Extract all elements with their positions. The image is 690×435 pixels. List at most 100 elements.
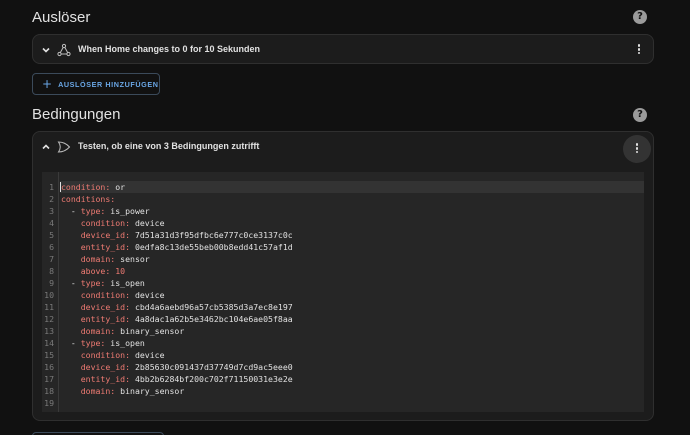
yaml-value: device [130, 218, 165, 228]
condition-menu-icon [635, 142, 639, 155]
code-text: condition: device [61, 349, 165, 361]
line-number: 14 [44, 338, 54, 348]
yaml-value: is_open [105, 338, 145, 348]
code-line[interactable]: 11 device_id: cbd4a6aebd96a57cb5385d3a7e… [42, 301, 642, 313]
code-text: - type: is_open [61, 278, 145, 288]
code-text: entity_id: 4a8dac1a62b5e3462bc104e6ae05f… [61, 313, 293, 325]
code-text: domain: sensor [61, 253, 150, 265]
chevron-up-icon[interactable] [41, 142, 51, 152]
line-number: 9 [49, 278, 54, 288]
code-text: - type: is_power [61, 206, 150, 216]
code-text: device_id: 7d51a31d3f95dfbc6e777c0ce3137… [61, 229, 293, 241]
yaml-value: sensor [115, 254, 150, 264]
yaml-key: device_id: [80, 302, 131, 312]
yaml-key: conditions: [61, 194, 116, 204]
code-line[interactable]: 4 condition: device [42, 217, 642, 229]
line-number: 2 [49, 194, 54, 204]
code-line[interactable]: 3 - type: is_power [42, 205, 642, 217]
line-number: 11 [44, 302, 54, 312]
line-number: 16 [44, 362, 54, 372]
condition-menu-button[interactable] [623, 135, 651, 163]
line-number: 4 [49, 218, 54, 228]
line-number: 15 [44, 350, 54, 360]
code-line[interactable]: 5 device_id: 7d51a31d3f95dfbc6e777c0ce31… [42, 229, 642, 241]
line-number: 1 [49, 182, 54, 192]
line-number: 7 [49, 254, 54, 264]
plus-icon: + [42, 77, 53, 91]
yaml-key: type: [80, 338, 106, 348]
code-text: entity_id: 0edfa8c13de55beb00b8edd41c57a… [61, 241, 293, 253]
line-number: 6 [49, 242, 54, 252]
yaml-editor[interactable]: 1 condition: or 2 conditions: 3 - type: is_p… [42, 172, 644, 412]
code-line[interactable]: 10 condition: device [42, 289, 642, 301]
triggers-help-icon[interactable]: ? [633, 10, 647, 24]
conditions-section-title: Bedingungen [32, 106, 121, 123]
yaml-value: 4bb2b6284bf200c702f71150031e3e2e [130, 374, 293, 384]
line-number: 18 [44, 386, 54, 396]
code-text: condition: or [61, 181, 125, 193]
line-number: 17 [44, 374, 54, 384]
yaml-key: type: [80, 206, 106, 216]
yaml-key: condition: [61, 182, 111, 192]
line-number: 13 [44, 326, 54, 336]
code-line[interactable]: 7 domain: sensor [42, 253, 642, 265]
yaml-value: binary_sensor [115, 386, 185, 396]
yaml-value: device [130, 350, 165, 360]
trigger-menu-icon[interactable] [637, 43, 641, 56]
or-gate-icon [57, 141, 71, 153]
add-trigger-button[interactable]: + AUSLÖSER HINZUFÜGEN [32, 73, 160, 95]
code-line[interactable]: 17 entity_id: 4bb2b6284bf200c702f7115003… [42, 373, 642, 385]
trigger-card[interactable]: When Home changes to 0 for 10 Sekunden [32, 34, 654, 64]
yaml-value: is_power [105, 206, 150, 216]
yaml-value: 4a8dac1a62b5e3462bc104e6ae05f8aa [130, 314, 293, 324]
chevron-down-icon[interactable] [41, 45, 51, 55]
text-cursor [60, 182, 61, 192]
yaml-key: domain: [80, 326, 116, 336]
yaml-key: device_id: [80, 362, 131, 372]
yaml-key: domain: [80, 386, 116, 396]
code-line[interactable]: 2 conditions: [42, 193, 642, 205]
yaml-key: entity_id: [80, 242, 131, 252]
code-text: conditions: [61, 193, 115, 205]
yaml-key: domain: [80, 254, 116, 264]
code-text: condition: device [61, 289, 165, 301]
yaml-value: or [110, 182, 126, 192]
yaml-key: entity_id: [80, 374, 131, 384]
code-line[interactable]: 8 above: 10 [42, 265, 642, 277]
yaml-key: entity_id: [80, 314, 131, 324]
line-number: 12 [44, 314, 54, 324]
code-line[interactable]: 6 entity_id: 0edfa8c13de55beb00b8edd41c5… [42, 241, 642, 253]
condition-card[interactable]: Testen, ob eine von 3 Bedingungen zutrif… [32, 131, 654, 421]
line-number: 19 [44, 398, 54, 408]
code-text: domain: binary_sensor [61, 325, 185, 337]
yaml-value: 7d51a31d3f95dfbc6e777c0ce3137c0c [130, 230, 293, 240]
yaml-value: binary_sensor [115, 326, 185, 336]
code-text: above: 10 [61, 265, 125, 277]
yaml-value: cbd4a6aebd96a57cb5385d3a7ec8e197 [130, 302, 293, 312]
yaml-value: 2b85630c091437d37749d7cd9ac5eee0 [130, 362, 293, 372]
conditions-help-icon[interactable]: ? [633, 108, 647, 122]
code-line[interactable]: 12 entity_id: 4a8dac1a62b5e3462bc104e6ae… [42, 313, 642, 325]
line-number: 10 [44, 290, 54, 300]
code-line[interactable]: 13 domain: binary_sensor [42, 325, 642, 337]
code-text: - type: is_open [61, 338, 145, 348]
code-line[interactable]: 16 device_id: 2b85630c091437d37749d7cd9a… [42, 361, 642, 373]
code-line[interactable]: 1 condition: or [42, 181, 642, 193]
code-line[interactable]: 14 - type: is_open [42, 337, 642, 349]
yaml-key: device_id: [80, 230, 131, 240]
code-line[interactable]: 15 condition: device [42, 349, 642, 361]
yaml-key: above: [80, 266, 111, 276]
line-number: 5 [49, 230, 54, 240]
code-text: entity_id: 4bb2b6284bf200c702f71150031e3… [61, 373, 293, 385]
triggers-section-title: Auslöser [32, 9, 91, 26]
yaml-value: device [130, 290, 165, 300]
line-number: 8 [49, 266, 54, 276]
code-line[interactable]: 19 [42, 397, 642, 409]
code-line[interactable]: 9 - type: is_open [42, 277, 642, 289]
yaml-value: 0edfa8c13de55beb00b8edd41c57af1d [130, 242, 293, 252]
code-text: device_id: 2b85630c091437d37749d7cd9ac5e… [61, 361, 293, 373]
yaml-key: condition: [80, 350, 131, 360]
code-line[interactable]: 18 domain: binary_sensor [42, 385, 642, 397]
code-text: device_id: cbd4a6aebd96a57cb5385d3a7ec8e… [61, 301, 293, 313]
state-trigger-icon [57, 43, 71, 57]
